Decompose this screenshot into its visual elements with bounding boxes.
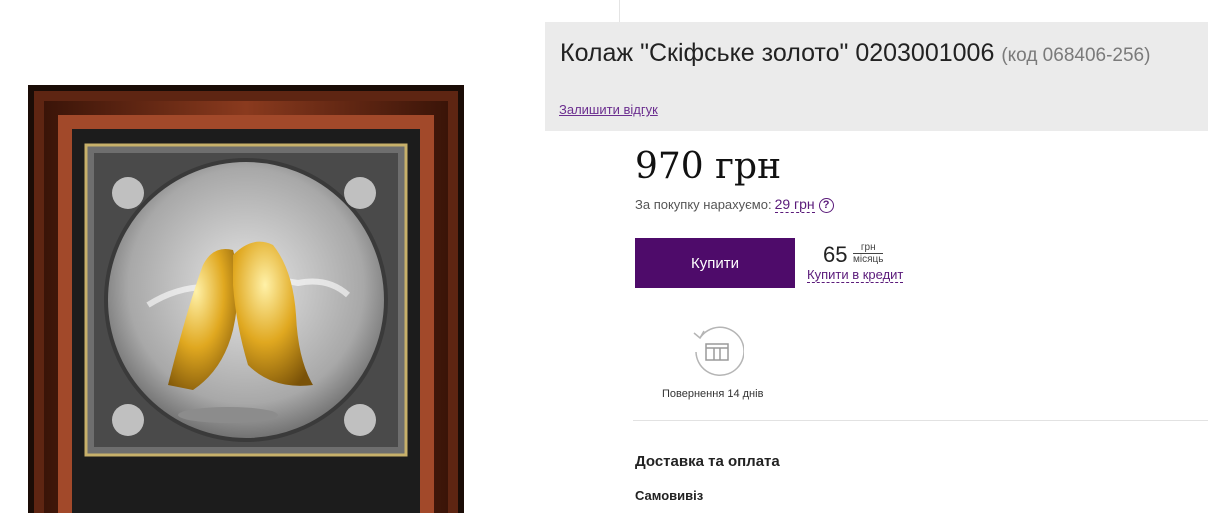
product-code: (код 068406-256) <box>1001 45 1151 66</box>
credit-unit-currency: грн <box>853 242 884 254</box>
bonus-info: За покупку нарахуємо: 29 грн? <box>635 196 834 213</box>
pickup-option[interactable]: Самовивіз <box>635 488 703 503</box>
product-title: Колаж "Скіфське золото" 0203001006 (код … <box>560 39 1150 68</box>
product-header: Колаж "Скіфське золото" 0203001006 (код … <box>545 22 1208 131</box>
credit-amount: 65 <box>823 242 848 267</box>
bonus-value[interactable]: 29 грн <box>774 196 815 213</box>
product-image[interactable] <box>28 85 464 513</box>
return-policy-label: Повернення 14 днів <box>662 388 764 400</box>
product-gallery <box>0 0 545 513</box>
delivery-title: Доставка та оплата <box>635 453 780 470</box>
bonus-label: За покупку нарахуємо: <box>635 197 772 212</box>
return-box-icon <box>693 326 744 377</box>
buy-button[interactable]: Купити <box>635 238 795 288</box>
buy-on-credit-link[interactable]: Купити в кредит <box>807 267 904 283</box>
column-divider <box>619 0 620 22</box>
help-icon[interactable]: ? <box>818 198 834 213</box>
product-title-text: Колаж "Скіфське золото" 0203001006 <box>560 39 995 67</box>
section-divider <box>633 420 1208 421</box>
product-price: 970 грн <box>635 146 782 187</box>
leave-review-link[interactable]: Залишити відгук <box>559 102 658 117</box>
product-page: Колаж "Скіфське золото" 0203001006 (код … <box>0 0 1208 513</box>
credit-unit: грн місяць <box>853 242 884 265</box>
credit-unit-period: місяць <box>853 254 884 265</box>
